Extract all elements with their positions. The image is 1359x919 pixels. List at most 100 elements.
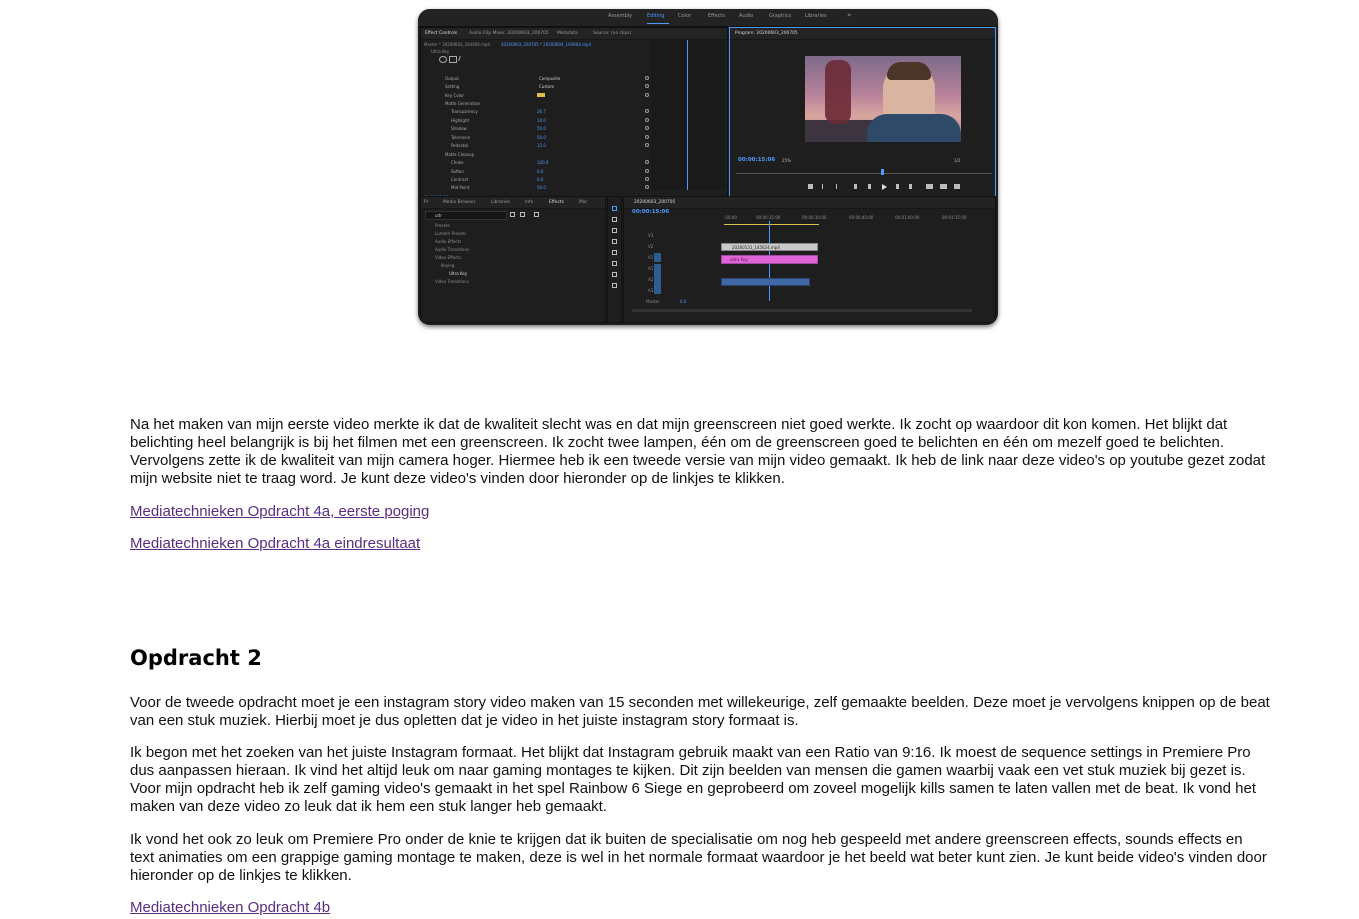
mark-in-icon[interactable]: [822, 184, 823, 189]
tab-audio-clip-mixer[interactable]: Audio Clip Mixer: 20200603_200705: [469, 31, 549, 36]
timeline-scrollbar[interactable]: [632, 309, 972, 312]
timeline-sequence-tab[interactable]: 20200603_200705: [634, 200, 675, 205]
step-back-icon[interactable]: [868, 184, 871, 189]
param-shadow-value[interactable]: 50.0: [537, 126, 546, 131]
track-header-v1[interactable]: V1: [648, 255, 653, 260]
param-transparency-value[interactable]: 26.7: [537, 109, 546, 114]
lift-icon[interactable]: [926, 184, 933, 189]
param-output-dropdown[interactable]: Composite: [539, 76, 560, 81]
tab-libraries[interactable]: Libraries: [491, 200, 510, 205]
yuv-effects-icon[interactable]: [534, 212, 539, 217]
group-matte-cleanup[interactable]: Matte Cleanup: [445, 152, 474, 157]
program-timecode[interactable]: 00:00:15:06: [738, 157, 775, 163]
reset-icon[interactable]: [645, 177, 649, 181]
link-opdracht-4a-eindresultaat[interactable]: Mediatechnieken Opdracht 4a eindresultaa…: [130, 535, 420, 553]
param-tolerance-value[interactable]: 50.0: [537, 135, 546, 140]
param-mid-point-value[interactable]: 50.0: [537, 185, 546, 190]
key-color-swatch[interactable]: [537, 93, 545, 97]
export-frame-icon[interactable]: [954, 184, 960, 189]
effects-search-input[interactable]: ultr: [425, 211, 507, 220]
param-setting-dropdown[interactable]: Custom: [539, 84, 554, 89]
rectangle-mask-icon[interactable]: [449, 56, 457, 63]
sequence-path[interactable]: 20200603_200705 * 20200604_164904.mp4: [501, 42, 591, 47]
razor-tool-icon[interactable]: [612, 239, 617, 244]
link-opdracht-4a-eerste-poging[interactable]: Mediatechnieken Opdracht 4a, eerste pogi…: [130, 503, 429, 521]
reset-icon[interactable]: [645, 169, 649, 173]
tab-project[interactable]: Pr: [424, 200, 428, 205]
track-header-a1[interactable]: A1: [648, 266, 653, 271]
tree-audio-effects[interactable]: Audio Effects: [435, 239, 461, 244]
track-header-v2[interactable]: V2: [648, 244, 653, 249]
play-icon[interactable]: [882, 184, 887, 190]
workspace-tab-audio[interactable]: Audio: [739, 13, 753, 19]
tab-effects[interactable]: Effects: [549, 200, 564, 205]
track-select-tool-icon[interactable]: [612, 217, 617, 222]
workspace-tab-assembly[interactable]: Assembly: [608, 13, 632, 19]
reset-icon[interactable]: [645, 93, 649, 97]
workspace-tab-libraries[interactable]: Libraries: [805, 13, 827, 19]
audio-clip-a2[interactable]: [721, 278, 810, 286]
reset-icon[interactable]: [645, 135, 649, 139]
slip-tool-icon[interactable]: [612, 250, 617, 255]
mark-out-icon[interactable]: [836, 184, 837, 189]
go-to-in-icon[interactable]: [854, 184, 857, 189]
pen-mask-icon[interactable]: [458, 56, 467, 61]
program-scrub-bar[interactable]: [736, 173, 992, 174]
32bit-effects-icon[interactable]: [520, 212, 525, 217]
tab-metadata[interactable]: Metadata: [557, 31, 578, 36]
program-zoom-dropdown[interactable]: 25%: [782, 158, 791, 163]
hand-tool-icon[interactable]: [612, 272, 617, 277]
reset-icon[interactable]: [645, 143, 649, 147]
tree-video-transitions[interactable]: Video Transitions: [435, 279, 469, 284]
reset-icon[interactable]: [645, 126, 649, 130]
program-video-frame[interactable]: [805, 56, 961, 142]
workspace-tab-graphics[interactable]: Graphics: [769, 13, 791, 19]
link-opdracht-4b[interactable]: Mediatechnieken Opdracht 4b: [130, 899, 330, 917]
tab-media-browser[interactable]: Media Browser: [443, 200, 475, 205]
pen-tool-icon[interactable]: [612, 261, 617, 266]
selection-tool-icon[interactable]: [612, 206, 617, 211]
reset-icon[interactable]: [645, 84, 649, 88]
reset-icon[interactable]: [645, 185, 649, 189]
tree-keying[interactable]: Keying: [441, 263, 454, 268]
more-workspaces-icon[interactable]: »: [847, 11, 851, 19]
work-area-bar[interactable]: [724, 224, 819, 225]
ec-playhead[interactable]: [687, 40, 688, 190]
program-playhead[interactable]: [881, 169, 884, 175]
track-header-v3[interactable]: V3: [648, 233, 653, 238]
master-volume-value[interactable]: 0.0: [680, 299, 686, 304]
workspace-tab-editing[interactable]: Editing: [647, 13, 664, 19]
reset-icon[interactable]: [645, 160, 649, 164]
tree-ultra-key[interactable]: Ultra Key: [449, 271, 467, 276]
track-header-a3[interactable]: A3: [648, 288, 653, 293]
param-pedestal-value[interactable]: 15.0: [537, 143, 546, 148]
param-highlight-value[interactable]: 10.0: [537, 118, 546, 123]
video-clip-v2[interactable]: 20200531_145624.mp4: [721, 243, 818, 251]
program-monitor-title[interactable]: Program: 20200603_200705: [735, 31, 798, 36]
workspace-tab-effects[interactable]: Effects: [708, 13, 725, 19]
param-choke-value[interactable]: 100.0: [537, 160, 548, 165]
reset-icon[interactable]: [645, 76, 649, 80]
tab-info[interactable]: Info: [525, 200, 533, 205]
step-forward-icon[interactable]: [896, 184, 899, 189]
tree-video-effects[interactable]: Video Effects: [435, 255, 461, 260]
group-matte-generation[interactable]: Matte Generation: [445, 101, 480, 106]
accelerated-effects-icon[interactable]: [510, 212, 515, 217]
tab-markers[interactable]: Mar: [579, 200, 587, 205]
type-tool-icon[interactable]: [612, 283, 617, 288]
ripple-edit-tool-icon[interactable]: [612, 228, 617, 233]
tree-presets[interactable]: Presets: [435, 223, 450, 228]
reset-icon[interactable]: [645, 118, 649, 122]
track-header-a2[interactable]: A2: [648, 277, 653, 282]
tree-audio-transitions[interactable]: Audio Transitions: [435, 247, 469, 252]
tree-lumetri-presets[interactable]: Lumetri Presets: [435, 231, 466, 236]
extract-icon[interactable]: [940, 184, 947, 189]
go-to-out-icon[interactable]: [909, 184, 912, 189]
timeline-timecode[interactable]: 00:00:15:06: [632, 209, 669, 215]
tab-effect-controls[interactable]: Effect Controls: [425, 31, 457, 36]
param-contrast-value[interactable]: 0.0: [537, 177, 543, 182]
workspace-tab-color[interactable]: Color: [678, 13, 691, 19]
reset-icon[interactable]: [645, 109, 649, 113]
ultra-key-clip-v1[interactable]: ultra Key: [721, 255, 818, 264]
tab-source[interactable]: Source: (no clips): [593, 31, 631, 36]
